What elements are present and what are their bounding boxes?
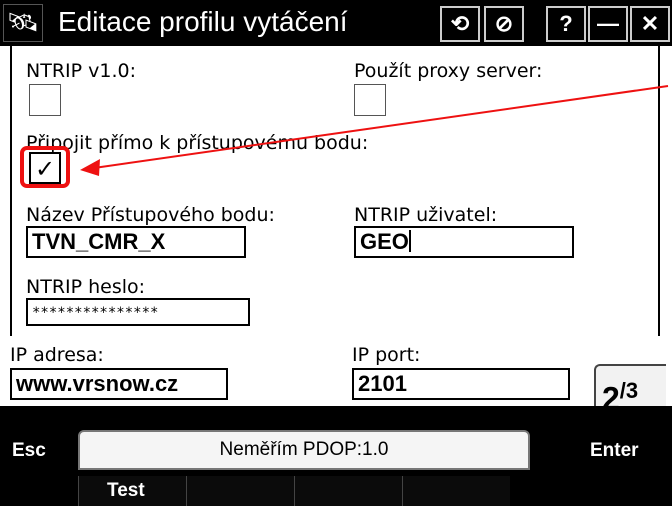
- window-title: Editace profilu vytáčení: [58, 6, 348, 37]
- help-button[interactable]: ?: [546, 6, 586, 42]
- satellite-status-icon[interactable]: ⟲: [440, 6, 480, 42]
- esc-button[interactable]: Esc: [12, 440, 46, 462]
- form-area: NTRIP v1.0: Použít proxy server: Připoji…: [0, 46, 672, 444]
- softkey-slot-2[interactable]: [186, 476, 294, 506]
- enter-button[interactable]: Enter: [590, 440, 639, 462]
- minimize-button[interactable]: —: [588, 6, 628, 42]
- close-button[interactable]: ✕: [630, 6, 670, 42]
- status-bar: Neměřím PDOP:1.0: [78, 430, 530, 470]
- title-bar: 🛰 Editace profilu vytáčení ⟲ ⊘ ? — ✕: [0, 0, 672, 46]
- softkey-slot-3[interactable]: [294, 476, 402, 506]
- satellite-app-icon[interactable]: 🛰: [3, 4, 43, 42]
- softkey-slot-4[interactable]: [402, 476, 510, 506]
- bottom-bar: Neměřím PDOP:1.0 Esc Test Enter: [0, 406, 672, 506]
- test-button[interactable]: Test: [107, 480, 145, 502]
- no-entry-icon[interactable]: ⊘: [484, 6, 524, 42]
- annotation-arrow: [80, 85, 669, 176]
